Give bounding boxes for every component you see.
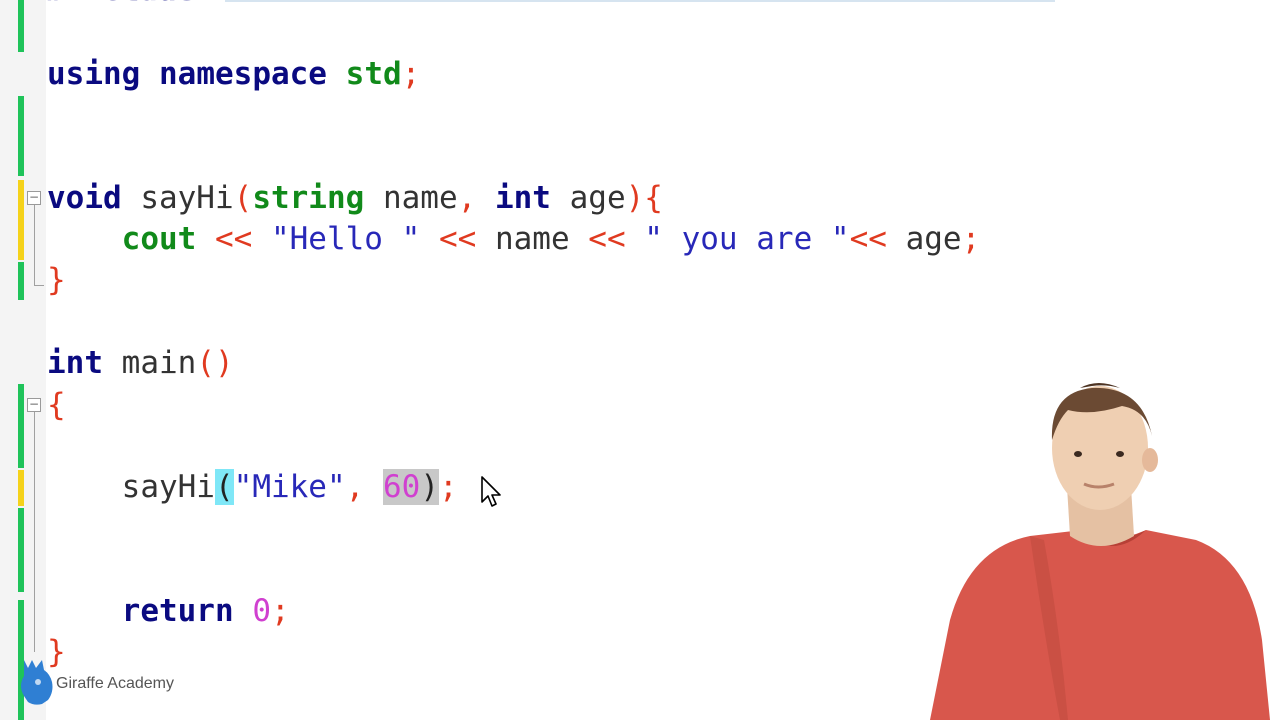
string-literal: " you are " [644, 221, 850, 257]
code-line-main-open[interactable]: { [47, 385, 66, 425]
collapse-icon[interactable]: − [27, 398, 41, 412]
change-marker-saved [18, 262, 24, 300]
fold-guide-end [34, 285, 44, 286]
change-marker-saved [18, 384, 24, 468]
mouse-pointer-icon [481, 476, 501, 507]
fold-guide [34, 412, 35, 652]
function-name: main [103, 345, 197, 381]
comma: , [345, 469, 365, 505]
code-line-function-call[interactable]: sayHi("Mike", 60); [47, 467, 458, 507]
semicolon: ; [961, 221, 981, 257]
matched-paren: ) [420, 469, 439, 505]
operator: << [849, 221, 887, 257]
semicolon: ; [438, 469, 458, 505]
code-line-main-declaration[interactable]: int main() [47, 343, 234, 383]
selected-text: 60) [382, 469, 439, 505]
string-literal: "Hello " [270, 221, 421, 257]
separator-line [225, 0, 1055, 2]
code-line-function-declaration[interactable]: void sayHi(string name, int age){ [47, 178, 663, 218]
operator: << [214, 221, 253, 257]
brace: } [47, 262, 66, 298]
change-marker-unsaved [18, 470, 24, 506]
change-marker-unsaved [18, 180, 24, 260]
identifier: name [476, 221, 589, 257]
code-line-using[interactable]: using namespace std; [47, 54, 420, 94]
keyword: return [121, 593, 234, 629]
keyword: int [47, 345, 103, 381]
identifier: cout [121, 221, 197, 257]
change-marker-saved [18, 508, 24, 592]
brand-watermark: Giraffe Academy [14, 656, 174, 706]
keyword: using [47, 56, 141, 92]
presenter-webcam [930, 383, 1270, 720]
parameter: age [550, 180, 626, 216]
type: string [252, 180, 365, 216]
comma: , [457, 180, 477, 216]
include-directive: #include [46, 0, 195, 8]
collapse-icon[interactable]: − [27, 191, 41, 205]
keyword: void [47, 180, 122, 216]
paren: () [196, 345, 234, 381]
code-line-return[interactable]: return 0; [47, 591, 290, 631]
brand-name: Giraffe Academy [56, 675, 174, 692]
number-literal: 0 [252, 593, 271, 629]
identifier: age [886, 221, 962, 257]
change-marker-saved [18, 96, 24, 176]
giraffe-icon [21, 660, 53, 705]
paren: ( [233, 180, 253, 216]
change-marker-saved [18, 0, 24, 52]
brace: { [47, 387, 66, 423]
semicolon: ; [270, 593, 290, 629]
operator: << [588, 221, 626, 257]
paren: ) [625, 180, 645, 216]
brace: { [644, 180, 663, 216]
function-name: sayHi [47, 469, 215, 505]
string-literal: "Mike" [233, 469, 346, 505]
operator: << [438, 221, 477, 257]
parameter: name [364, 180, 458, 216]
keyword: namespace [159, 56, 327, 92]
identifier: std [345, 56, 402, 92]
code-line-cout[interactable]: cout << "Hello " << name << " you are "<… [47, 219, 981, 259]
number-literal: 60 [382, 469, 421, 505]
code-line-function-close[interactable]: } [47, 260, 66, 300]
fold-guide [34, 205, 35, 285]
matched-paren: ( [214, 469, 234, 505]
semicolon: ; [401, 56, 421, 92]
keyword: int [494, 180, 551, 216]
function-name: sayHi [121, 180, 234, 216]
